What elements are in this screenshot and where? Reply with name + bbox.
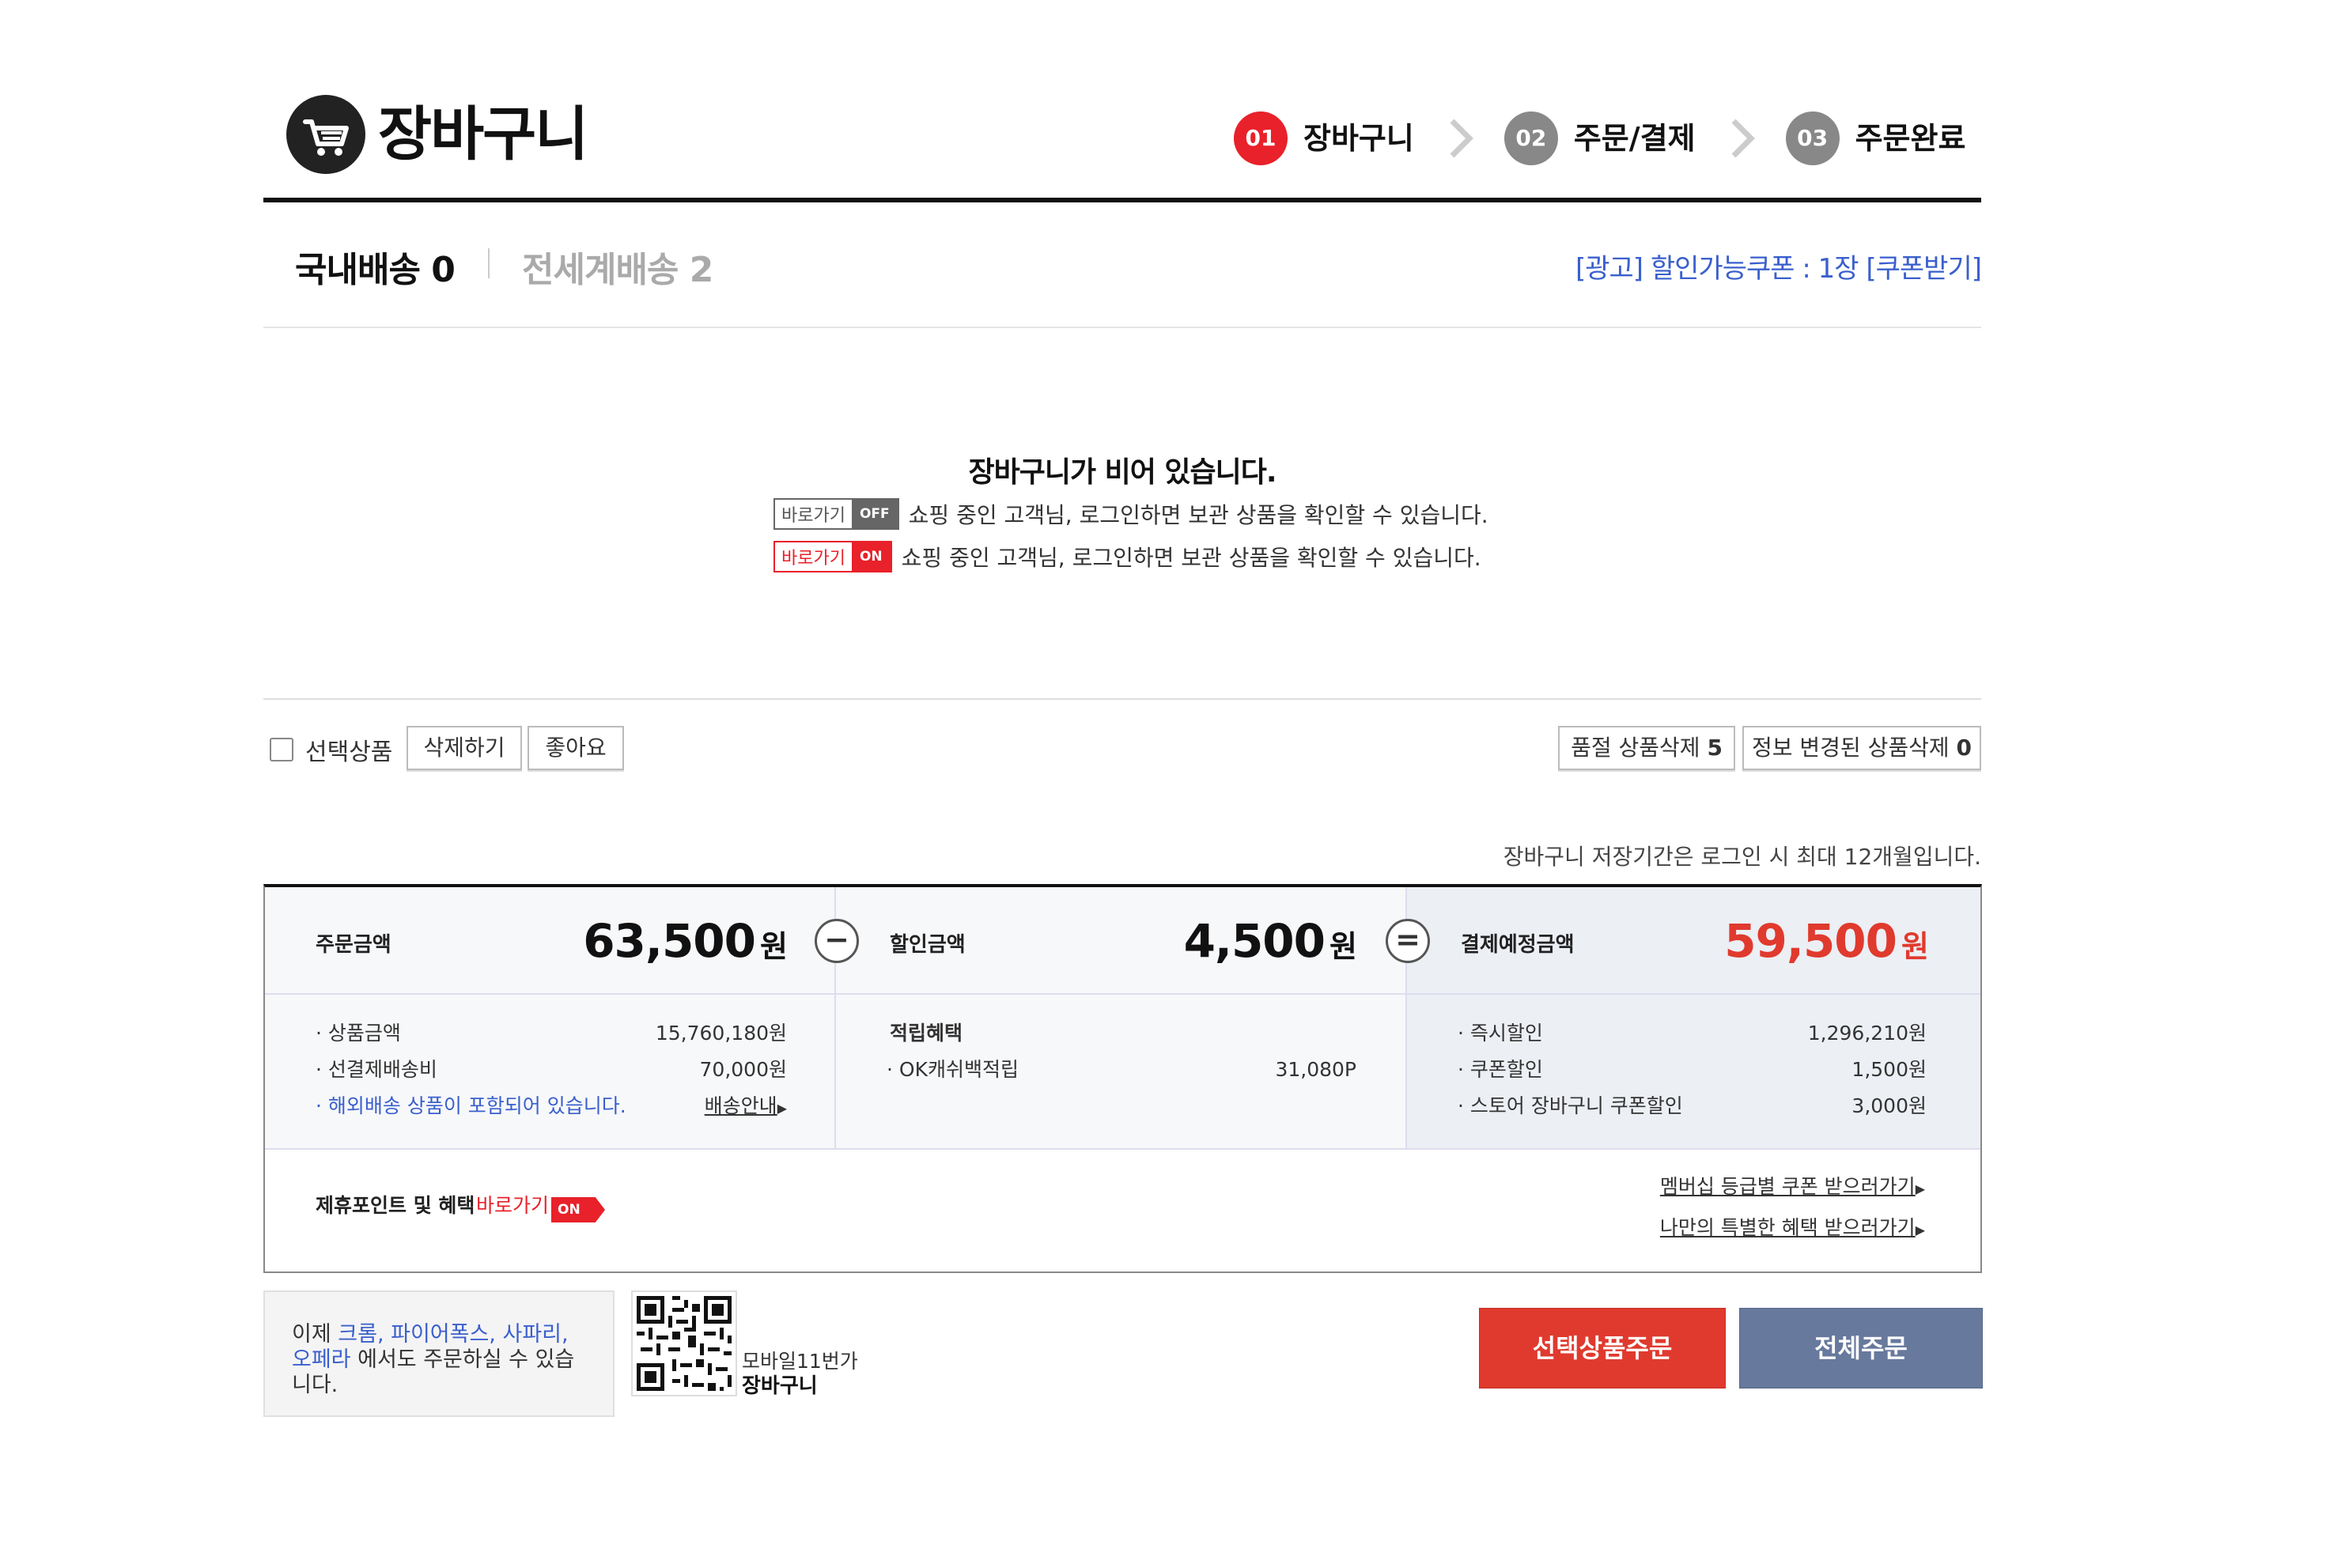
on-label: ON bbox=[851, 542, 891, 571]
membership-coupon-label: 멤버십 등급별 쿠폰 받으러가기 bbox=[1659, 1175, 1916, 1198]
soldout-count: 5 bbox=[1707, 735, 1723, 761]
partner-shortcut-link[interactable]: 바로가기 bbox=[476, 1188, 549, 1224]
chevron-right-icon bbox=[1731, 119, 1755, 158]
special-benefit-label: 나만의 특별한 혜택 받으러가기 bbox=[1659, 1216, 1916, 1239]
order-amount-unit: 원 bbox=[760, 929, 788, 964]
delete-soldout-button[interactable]: 품절 상품삭제 5 bbox=[1558, 726, 1735, 770]
total-panel: 결제예정금액 59,500 원 · 즉시할인 1,296,210원 · 쿠폰할인 … bbox=[1407, 887, 1980, 1148]
step-3-label: 주문완료 bbox=[1855, 121, 1966, 156]
order-all-button[interactable]: 전체주문 bbox=[1739, 1308, 1983, 1389]
summary-row-divider bbox=[265, 993, 1980, 995]
header-divider bbox=[263, 198, 1981, 202]
changed-count: 0 bbox=[1956, 735, 1972, 761]
shortcut-label: 바로가기 bbox=[775, 542, 852, 571]
login-row-off: 바로가기 OFF 쇼핑 중인 고객님, 로그인하면 보관 상품을 확인할 수 있… bbox=[773, 498, 1488, 530]
order-amount: 63,500 원 bbox=[583, 914, 788, 968]
total-amount: 59,500 원 bbox=[1724, 914, 1929, 968]
equals-icon: = bbox=[1386, 919, 1430, 963]
delete-changed-label: 정보 변경된 상품삭제 bbox=[1751, 735, 1950, 761]
shortcut-off-badge[interactable]: 바로가기 OFF bbox=[773, 498, 899, 530]
order-summary: 주문금액 63,500 원 · 상품금액 15,760,180원 · 선결제배송비… bbox=[263, 884, 1982, 1273]
shortcut-label: 바로가기 bbox=[775, 500, 852, 528]
store-coupon-value: 3,000원 bbox=[1851, 1094, 1927, 1117]
prepaid-shipping-label: · 선결제배송비 bbox=[316, 1058, 437, 1081]
coupon-discount-value: 1,500원 bbox=[1851, 1058, 1927, 1081]
delete-soldout-label: 품절 상품삭제 bbox=[1571, 735, 1700, 761]
cart-icon bbox=[286, 95, 365, 174]
step-indicator: 01 장바구니 02 주문/결제 03 주문완료 bbox=[1234, 111, 1965, 165]
shipping-guide-link[interactable]: 배송안내▶ bbox=[705, 1088, 787, 1124]
minus-icon: − bbox=[815, 919, 859, 963]
product-amount-value: 15,760,180원 bbox=[655, 1022, 787, 1045]
tab-separator bbox=[488, 248, 490, 278]
membership-coupon-link[interactable]: 멤버십 등급별 쿠폰 받으러가기▶ bbox=[1660, 1169, 1925, 1205]
caret-right-icon: ▶ bbox=[1915, 1222, 1925, 1237]
login-row-on: 바로가기 ON 쇼핑 중인 고객님, 로그인하면 보관 상품을 확인할 수 있습… bbox=[773, 541, 1481, 572]
step-1-label: 장바구니 bbox=[1303, 121, 1414, 156]
shipping-guide-label: 배송안내 bbox=[704, 1094, 777, 1117]
order-amount-value: 63,500 bbox=[583, 914, 756, 968]
step-2-number: 02 bbox=[1503, 111, 1558, 165]
summary-row-divider bbox=[265, 1148, 1980, 1150]
notice-prefix: 이제 bbox=[292, 1322, 339, 1347]
total-amount-value: 59,500 bbox=[1724, 914, 1897, 968]
coupon-link[interactable]: [광고] 할인가능쿠폰 : 1장 [쿠폰받기] bbox=[1575, 247, 1982, 285]
ok-cashbag-label: · OK캐쉬백적립 bbox=[887, 1058, 1019, 1081]
instant-discount-value: 1,296,210원 bbox=[1807, 1022, 1927, 1045]
store-coupon-label: · 스토어 장바구니 쿠폰할인 bbox=[1458, 1094, 1683, 1117]
off-label: OFF bbox=[851, 500, 898, 528]
login-message: 쇼핑 중인 고객님, 로그인하면 보관 상품을 확인할 수 있습니다. bbox=[908, 502, 1488, 528]
on-label: ON bbox=[558, 1202, 581, 1218]
partner-on-badge[interactable]: ON bbox=[551, 1197, 605, 1222]
prepaid-shipping-value: 70,000원 bbox=[699, 1058, 787, 1081]
storage-note: 장바구니 저장기간은 로그인 시 최대 12개월입니다. bbox=[1503, 844, 1981, 870]
qr-code bbox=[631, 1290, 737, 1396]
step-3-number: 03 bbox=[1785, 111, 1840, 165]
qr-caption-bold: 장바구니 bbox=[742, 1374, 818, 1398]
discount-amount-value: 4,500 bbox=[1183, 914, 1326, 968]
ok-cashbag-value: 31,080P bbox=[1275, 1058, 1356, 1081]
overseas-note: · 해외배송 상품이 포함되어 있습니다. bbox=[316, 1094, 626, 1117]
product-amount-label: · 상품금액 bbox=[316, 1022, 401, 1045]
discount-panel: 할인금액 4,500 원 적립혜택 · OK캐쉬백적립 31,080P bbox=[836, 887, 1405, 1148]
coupon-discount-label: · 쿠폰할인 bbox=[1458, 1058, 1543, 1081]
step-1-number: 01 bbox=[1234, 111, 1288, 165]
tab-global[interactable]: 전세계배송 2 bbox=[522, 241, 713, 292]
like-button[interactable]: 좋아요 bbox=[528, 726, 624, 770]
reward-title: 적립혜택 bbox=[890, 1022, 963, 1045]
delete-changed-button[interactable]: 정보 변경된 상품삭제 0 bbox=[1742, 726, 1981, 770]
total-amount-unit: 원 bbox=[1901, 929, 1929, 964]
tabs-divider bbox=[263, 327, 1981, 328]
login-message: 쇼핑 중인 고객님, 로그인하면 보관 상품을 확인할 수 있습니다. bbox=[901, 545, 1481, 571]
partner-points-label: 제휴포인트 및 혜택 bbox=[316, 1194, 475, 1217]
caret-right-icon: ▶ bbox=[777, 1101, 787, 1116]
instant-discount-label: · 즉시할인 bbox=[1458, 1022, 1543, 1045]
select-all-checkbox[interactable] bbox=[270, 738, 293, 761]
select-all-label: 선택상품 bbox=[305, 739, 393, 766]
content-divider bbox=[263, 698, 1981, 700]
browser-notice: 이제 크롬, 파이어폭스, 사파리, 오페라 에서도 주문하실 수 있습니다. bbox=[263, 1290, 615, 1417]
empty-cart-title: 장바구니가 비어 있습니다. bbox=[968, 456, 1277, 489]
browser-notice-text: 이제 크롬, 파이어폭스, 사파리, 오페라 에서도 주문하실 수 있습니다. bbox=[292, 1322, 592, 1398]
order-amount-panel: 주문금액 63,500 원 · 상품금액 15,760,180원 · 선결제배송비… bbox=[265, 887, 834, 1148]
step-2-label: 주문/결제 bbox=[1573, 121, 1696, 156]
caret-right-icon: ▶ bbox=[1915, 1181, 1925, 1196]
discount-amount-unit: 원 bbox=[1329, 929, 1357, 964]
total-amount-label: 결제예정금액 bbox=[1461, 933, 1575, 957]
delete-button[interactable]: 삭제하기 bbox=[407, 726, 522, 770]
order-amount-label: 주문금액 bbox=[316, 933, 391, 957]
shortcut-on-badge[interactable]: 바로가기 ON bbox=[773, 541, 892, 572]
page-title: 장바구니 bbox=[378, 100, 588, 168]
order-selected-button[interactable]: 선택상품주문 bbox=[1479, 1308, 1726, 1389]
chevron-right-icon bbox=[1450, 119, 1473, 158]
discount-amount: 4,500 원 bbox=[1183, 914, 1357, 968]
special-benefit-link[interactable]: 나만의 특별한 혜택 받으러가기▶ bbox=[1660, 1210, 1925, 1246]
discount-amount-label: 할인금액 bbox=[890, 933, 966, 957]
tab-domestic[interactable]: 국내배송 0 bbox=[295, 241, 456, 292]
